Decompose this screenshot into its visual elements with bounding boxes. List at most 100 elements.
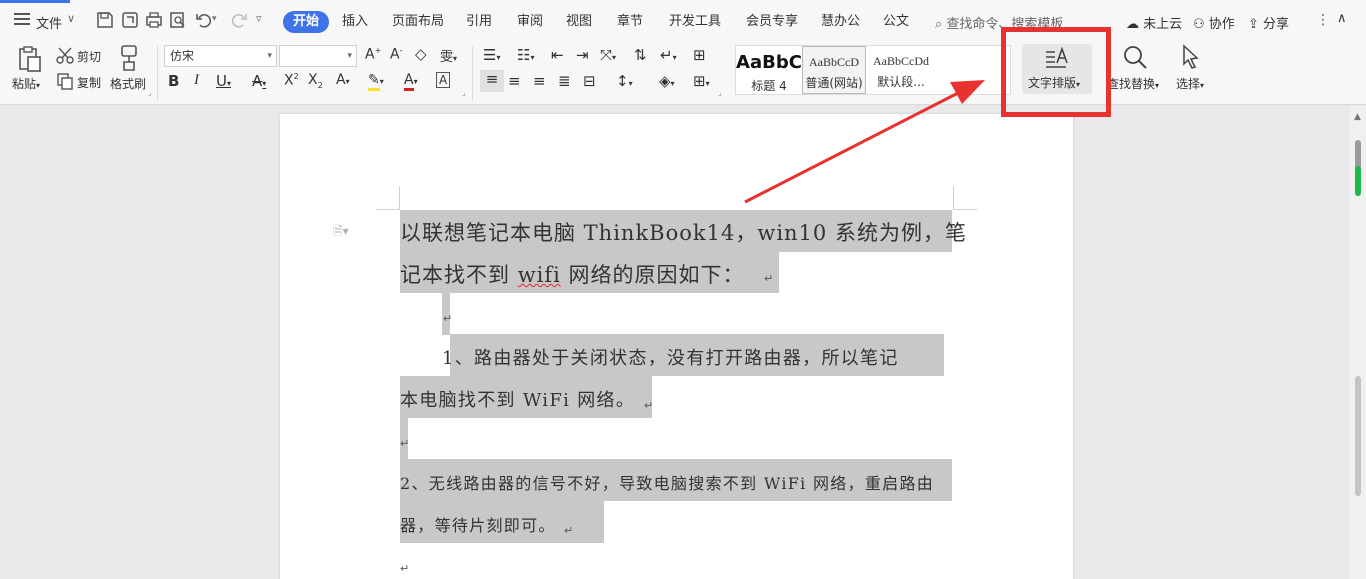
subscript-icon[interactable]: X2 xyxy=(308,72,323,90)
print-icon[interactable] xyxy=(144,10,164,30)
style-sample: AaBbCcDd xyxy=(873,54,929,68)
sort-icon[interactable]: ⇅ xyxy=(634,46,647,64)
select-button[interactable]: 选择▾ xyxy=(1176,75,1204,92)
cloud-status-button[interactable]: ☁ 未上云 xyxy=(1126,13,1182,32)
redo-icon[interactable] xyxy=(229,10,249,30)
style-name: 标题 4 xyxy=(751,79,787,93)
paragraph-dialog-launcher-icon[interactable]: ⌟ xyxy=(718,88,722,97)
format-painter-icon[interactable] xyxy=(117,44,141,72)
clear-format-icon[interactable]: ◇ xyxy=(415,45,427,63)
align-center-icon[interactable]: ≡ xyxy=(508,72,521,90)
paragraph-mark: ↵ xyxy=(400,562,410,575)
print-preview-icon[interactable] xyxy=(168,10,188,30)
paste-button[interactable]: 粘贴▾ xyxy=(12,75,40,92)
tab-home[interactable]: 开始 xyxy=(283,11,330,33)
bold-icon[interactable]: B xyxy=(168,72,179,90)
character-border-icon[interactable]: A xyxy=(436,72,451,88)
cursor-select-icon[interactable] xyxy=(1180,44,1202,70)
tab-official-doc[interactable]: 公文 xyxy=(883,11,909,33)
cloud-icon: ☁ xyxy=(1126,17,1139,32)
phonetic-guide-icon[interactable]: 雯▾ xyxy=(440,46,457,65)
paragraph-1-line-2: 记本找不到 wifi 网络的原因如下： xyxy=(400,263,745,287)
style-normal-web[interactable]: AaBbCcD 普通(网站) xyxy=(802,46,866,94)
clipboard-dialog-launcher-icon[interactable]: ⌟ xyxy=(148,88,152,97)
paste-icon[interactable] xyxy=(16,44,44,74)
share-button[interactable]: ⇪ 分享 xyxy=(1248,13,1289,32)
group-separator xyxy=(472,46,473,100)
tab-view[interactable]: 视图 xyxy=(566,11,592,33)
style-sample: AaBbC xyxy=(736,52,802,73)
paragraph-2-line-1: 1、路由器处于关闭状态，没有打开路由器，所以笔记 xyxy=(442,348,899,369)
find-replace-icon[interactable] xyxy=(1122,44,1148,70)
tab-page-layout[interactable]: 页面布局 xyxy=(392,11,444,33)
find-replace-button[interactable]: 查找替换▾ xyxy=(1107,75,1159,92)
tab-references[interactable]: 引用 xyxy=(466,11,492,33)
save-icon[interactable] xyxy=(95,10,115,30)
export-pdf-icon[interactable] xyxy=(120,10,140,30)
more-options-icon[interactable]: ⋮ xyxy=(1316,12,1330,28)
user-icon: ⚇ xyxy=(1193,17,1205,32)
italic-icon[interactable]: I xyxy=(194,72,199,89)
underline-icon[interactable]: U▾ xyxy=(216,72,231,90)
font-size-select[interactable]: ▾ xyxy=(279,45,357,67)
scroll-up-icon[interactable]: ▲ xyxy=(1354,112,1361,122)
select-label: 选择 xyxy=(1176,77,1201,91)
copy-button[interactable]: 复制 xyxy=(77,74,101,91)
style-name: 默认段... xyxy=(877,75,925,89)
cut-icon[interactable] xyxy=(56,46,74,64)
distributed-icon[interactable]: ⊟ xyxy=(583,72,596,90)
align-left-icon[interactable]: ≡ xyxy=(480,70,504,92)
font-dialog-launcher-icon[interactable]: ⌟ xyxy=(462,88,466,97)
cut-button[interactable]: 剪切 xyxy=(77,48,101,65)
superscript-icon[interactable]: X2 xyxy=(284,72,299,89)
search-icon: ⌕ xyxy=(935,17,943,32)
borders-icon[interactable]: ⊞▾ xyxy=(693,72,710,90)
align-right-icon[interactable]: ≡ xyxy=(533,72,546,90)
file-menu[interactable]: 文件 xyxy=(36,13,62,32)
shading-icon[interactable]: ◈▾ xyxy=(659,72,675,90)
customize-quick-access-icon[interactable]: ▿ xyxy=(256,12,276,32)
numbered-list-icon[interactable]: ☷▾ xyxy=(517,46,534,64)
decrease-font-icon[interactable]: A- xyxy=(390,46,402,63)
justify-icon[interactable]: ≣ xyxy=(558,72,571,90)
tab-chapter[interactable]: 章节 xyxy=(617,11,643,33)
vertical-scrollbar[interactable]: ▲ xyxy=(1350,106,1366,579)
paragraph-2-line-2: 本电脑找不到 WiFi 网络。 xyxy=(400,390,636,411)
find-replace-label: 查找替换 xyxy=(1107,77,1156,91)
scroll-position-indicator xyxy=(1355,166,1361,196)
highlight-color-icon[interactable]: ✎▾ xyxy=(368,72,384,91)
collapse-ribbon-icon[interactable]: ∧ xyxy=(1337,11,1347,26)
format-painter-button[interactable]: 格式刷 xyxy=(110,75,146,92)
line-spacing-icon[interactable]: ↕▾ xyxy=(616,72,633,90)
accent-line xyxy=(0,0,70,3)
increase-indent-icon[interactable]: ⇥ xyxy=(576,46,589,64)
text-effect-icon[interactable]: A▾ xyxy=(336,72,350,88)
chinese-layout-icon[interactable]: ⤧▾ xyxy=(600,46,616,64)
style-heading-4[interactable]: AaBbC 标题 4 xyxy=(736,46,802,94)
font-color-icon[interactable]: A▾ xyxy=(404,72,418,91)
paragraph-1-line-1: 以联想笔记本电脑 ThinkBook14，win10 系统为例，笔 xyxy=(400,221,967,245)
paragraph-handle-icon[interactable]: 🗎▾ xyxy=(333,222,349,243)
style-default-paragraph[interactable]: AaBbCcDd 默认段... xyxy=(868,46,934,94)
decrease-indent-icon[interactable]: ⇤ xyxy=(551,46,564,64)
tab-review[interactable]: 审阅 xyxy=(517,11,543,33)
copy-icon[interactable] xyxy=(56,72,74,90)
document-page[interactable]: 🗎▾ 以联想笔记本电脑 ThinkBook14，win10 系统为例，笔 记本找… xyxy=(280,114,1073,579)
hamburger-icon[interactable] xyxy=(14,13,30,25)
chevron-down-icon[interactable]: ∨ xyxy=(67,12,75,25)
undo-icon[interactable] xyxy=(194,10,214,30)
tab-stops-icon[interactable]: ⊞ xyxy=(693,46,706,64)
tab-smart-office[interactable]: 慧办公 xyxy=(821,11,860,33)
chevron-down-icon: ▾ xyxy=(347,51,352,61)
strikethrough-icon[interactable]: A▾ xyxy=(252,72,266,90)
collaborate-button[interactable]: ⚇ 协作 xyxy=(1193,13,1235,32)
font-name-select[interactable]: 仿宋 ▾ xyxy=(164,45,277,67)
tab-member[interactable]: 会员专享 xyxy=(746,11,798,33)
bullet-list-icon[interactable]: ☰▾ xyxy=(483,46,500,64)
tab-developer[interactable]: 开发工具 xyxy=(669,11,721,33)
style-name: 普通(网站) xyxy=(805,76,863,90)
tab-insert[interactable]: 插入 xyxy=(342,11,368,33)
increase-font-icon[interactable]: A+ xyxy=(365,46,381,63)
scrollbar-track-marker xyxy=(1355,376,1361,496)
show-marks-icon[interactable]: ↵▾ xyxy=(660,46,677,64)
